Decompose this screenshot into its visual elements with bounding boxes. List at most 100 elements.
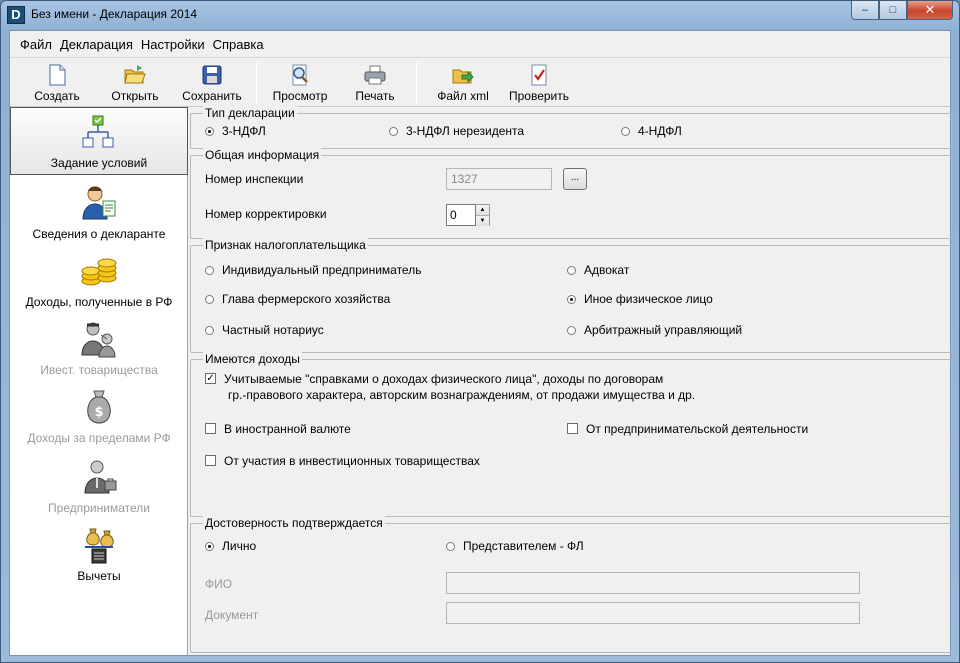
toolbar-separator [416,62,417,104]
sidebar-item-label: Доходы за пределами РФ [27,431,171,445]
sidebar-item-income-rf[interactable]: Доходы, полученные в РФ [10,251,188,317]
radio-notary[interactable]: Частный нотариус [205,323,324,337]
toolbar: Создать Открыть Сохранить Просмотр Печат… [10,57,950,107]
printer-icon [363,63,387,87]
radio-dot[interactable] [621,126,630,136]
checkbox-certified-income[interactable]: ✓ Учитываемые "справками о доходах физич… [205,372,905,402]
correction-number-spinner[interactable]: 0 ▲ ▼ [446,204,490,226]
sidebar-item-label: Предприниматели [48,501,150,515]
group-title: Общая информация [203,148,322,162]
radio-individual-entrepreneur[interactable]: Индивидуальный предприниматель [205,263,421,277]
maximize-button[interactable]: □ [879,1,907,20]
radio-dot[interactable] [567,265,576,275]
sidebar-item-entrepreneurs[interactable]: Предприниматели [10,457,188,525]
toolbar-separator [256,62,257,104]
checkbox-box[interactable]: ✓ [205,373,216,384]
sidebar-item-declarant[interactable]: Сведения о декларанте [10,183,188,249]
check-document-icon [527,63,551,87]
radio-dot[interactable] [567,325,576,335]
general-info-group: Общая информация Номер инспекции 1327 ..… [190,148,952,239]
app-logo-icon[interactable]: D [7,6,25,24]
document-field[interactable] [446,602,860,624]
sidebar-item-label: Вычеты [77,569,121,583]
radio-arbitration-manager[interactable]: Арбитражный управляющий [567,323,742,337]
checkbox-label: В иностранной валюте [224,422,351,436]
print-button[interactable]: Печать [344,61,406,105]
radio-lawyer[interactable]: Адвокат [567,263,629,277]
checkbox-box[interactable] [567,423,578,434]
radio-dot[interactable] [205,126,214,136]
radio-dot[interactable] [205,294,214,304]
window-controls: – □ ✕ [851,1,953,21]
radio-farm-head[interactable]: Глава фермерского хозяйства [205,292,390,306]
radio-label: 3-НДФЛ нерезидента [406,124,525,138]
sidebar-item-income-abroad[interactable]: $ Доходы за пределами РФ [10,387,188,453]
radio-label: Иное физическое лицо [584,292,713,306]
preview-label: Просмотр [272,89,328,103]
open-label: Открыть [111,89,159,103]
menu-help[interactable]: Справка [209,37,268,52]
income-group: Имеются доходы ✓ Учитываемые "справками … [190,352,952,517]
sidebar-item-label: Ивест. товарищества [40,363,158,377]
inspection-number-field[interactable]: 1327 [446,168,552,190]
xml-file-button[interactable]: Файл xml [430,61,496,105]
sidebar-item-deductions[interactable]: Вычеты [10,525,188,591]
radio-other-individual[interactable]: Иное физическое лицо [567,292,713,306]
group-title: Имеются доходы [203,352,302,366]
open-button[interactable]: Открыть [102,61,168,105]
close-button[interactable]: ✕ [907,1,953,20]
menu-bar: Файл Декларация Настройки Справка [10,31,950,57]
save-button[interactable]: Сохранить [174,61,250,105]
preview-button[interactable]: Просмотр [264,61,336,105]
checkbox-investment-partnership[interactable]: От участия в инвестиционных товарищества… [205,454,480,468]
create-button[interactable]: Создать [24,61,90,105]
window-title: Без имени - Декларация 2014 [31,7,198,21]
sidebar-item-investment[interactable]: Ивест. товарищества [10,319,188,385]
radio-dot[interactable] [389,126,398,136]
checkbox-label: От предпринимательской деятельности [586,422,809,436]
certified-income-line1: Учитываемые "справками о доходах физичес… [224,372,664,386]
check-label: Проверить [508,89,569,103]
radio-dot[interactable] [205,265,214,275]
radio-label: Индивидуальный предприниматель [222,263,422,277]
radio-3ndfl[interactable]: 3-НДФЛ [205,124,266,138]
radio-dot[interactable] [446,541,455,551]
document-label: Документ [205,608,259,622]
radio-dot[interactable] [205,541,214,551]
spin-up-icon[interactable]: ▲ [476,205,489,216]
radio-representative[interactable]: Представителем - ФЛ [446,539,584,553]
radio-personally[interactable]: Лично [205,539,256,553]
checkbox-foreign-currency[interactable]: В иностранной валюте [205,422,351,436]
sidebar-item-conditions[interactable]: Задание условий [10,107,188,175]
checkbox-box[interactable] [205,423,216,434]
correction-number-input[interactable]: 0 [446,204,476,226]
spinner-buttons: ▲ ▼ [476,204,490,226]
client-area: Файл Декларация Настройки Справка Создат… [9,30,952,656]
radio-4ndfl[interactable]: 4-НДФЛ [621,124,682,138]
radio-label: Глава фермерского хозяйства [222,292,391,306]
group-title: Признак налогоплательщика [203,238,368,252]
check-button[interactable]: Проверить [502,61,576,105]
checkbox-business-income[interactable]: От предпринимательской деятельности [567,422,808,436]
correction-number-label: Номер корректировки [205,207,327,221]
group-title: Достоверность подтверждается [203,516,385,530]
title-bar[interactable]: D Без имени - Декларация 2014 – □ ✕ [1,1,959,29]
checkbox-label: От участия в инвестиционных товарищества… [224,454,480,468]
radio-label: 3-НДФЛ [222,124,266,138]
browse-inspection-button[interactable]: ... [563,168,587,190]
radio-label: Адвокат [584,263,630,277]
radio-3ndfl-nonresident[interactable]: 3-НДФЛ нерезидента [389,124,524,138]
menu-settings[interactable]: Настройки [137,37,209,52]
inspection-number-label: Номер инспекции [205,172,304,186]
menu-declaration[interactable]: Декларация [56,37,137,52]
sidebar-item-label: Доходы, полученные в РФ [25,295,173,309]
radio-label: Представителем - ФЛ [463,539,584,553]
menu-file[interactable]: Файл [16,37,56,52]
radio-dot[interactable] [567,294,576,304]
spin-down-icon[interactable]: ▼ [476,216,489,226]
radio-dot[interactable] [205,325,214,335]
minimize-button[interactable]: – [851,1,879,20]
fio-field[interactable] [446,572,860,594]
checkbox-box[interactable] [205,455,216,466]
svg-text:$: $ [94,405,103,420]
